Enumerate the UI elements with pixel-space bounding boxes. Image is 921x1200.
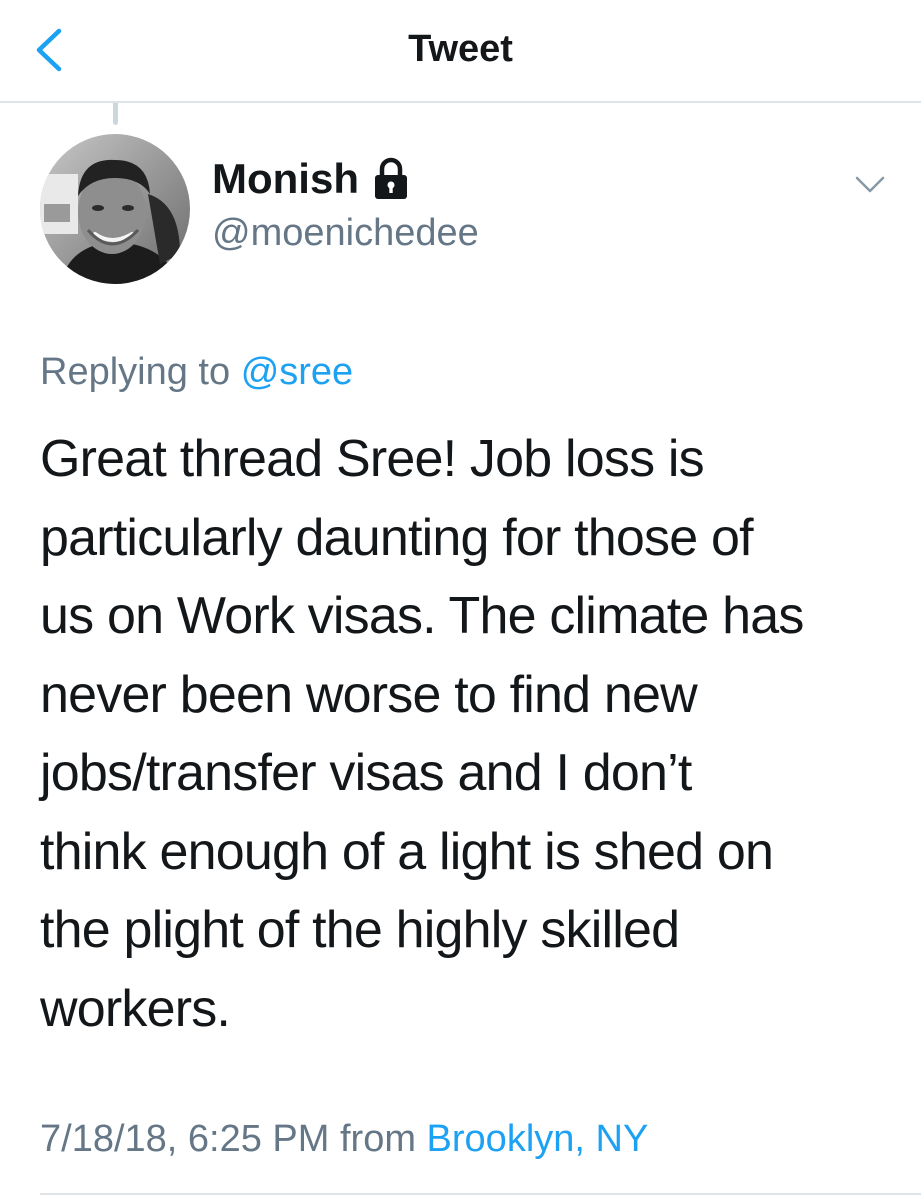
author-name-row[interactable]: Monish: [212, 153, 411, 205]
replying-to-label: Replying to: [40, 351, 231, 393]
tweet-metadata: 7/18/18, 6:25 PM from Brooklyn, NY: [40, 1114, 648, 1164]
tweet-text-line: particularly daunting for those of: [40, 508, 754, 567]
tweet-text-line: jobs/transfer visas and I don’t: [40, 744, 692, 802]
navigation-bar: Tweet: [0, 0, 921, 103]
lock-icon: [374, 157, 407, 199]
author-display-name[interactable]: Monish: [212, 153, 359, 205]
avatar-photo: [40, 134, 190, 284]
tweet-timestamp: 7/18/18, 6:25 PM: [40, 1118, 330, 1160]
tweet-menu-button[interactable]: [850, 168, 890, 202]
chevron-down-icon: [855, 176, 885, 193]
avatar[interactable]: [40, 134, 190, 284]
tweet-detail-screen: Tweet Monish @moenichedee Replying to @s…: [0, 0, 921, 1200]
tweet-text-line: us on Work visas. The climate has: [40, 587, 804, 645]
divider: [40, 1193, 921, 1195]
from-label: from: [339, 1118, 416, 1160]
tweet-text-line: the plight of the highly skilled: [40, 901, 680, 959]
thread-connector-line: [113, 103, 118, 125]
tweet-text-line: workers.: [40, 979, 231, 1038]
tweet-text-line: think enough of a light is shed on: [40, 822, 774, 881]
author-handle[interactable]: @moenichedee: [212, 210, 479, 256]
tweet-body: Great thread Sree! Job loss is particula…: [40, 420, 900, 1048]
replying-to-handle-link[interactable]: @sree: [241, 351, 354, 393]
tweet-text-line: never been worse to find new: [40, 665, 698, 724]
replying-to-line: Replying to @sree: [40, 348, 353, 396]
tweet-text-line: Great thread Sree! Job loss is: [40, 430, 705, 488]
location-link[interactable]: Brooklyn, NY: [427, 1118, 649, 1160]
page-title: Tweet: [408, 28, 513, 70]
